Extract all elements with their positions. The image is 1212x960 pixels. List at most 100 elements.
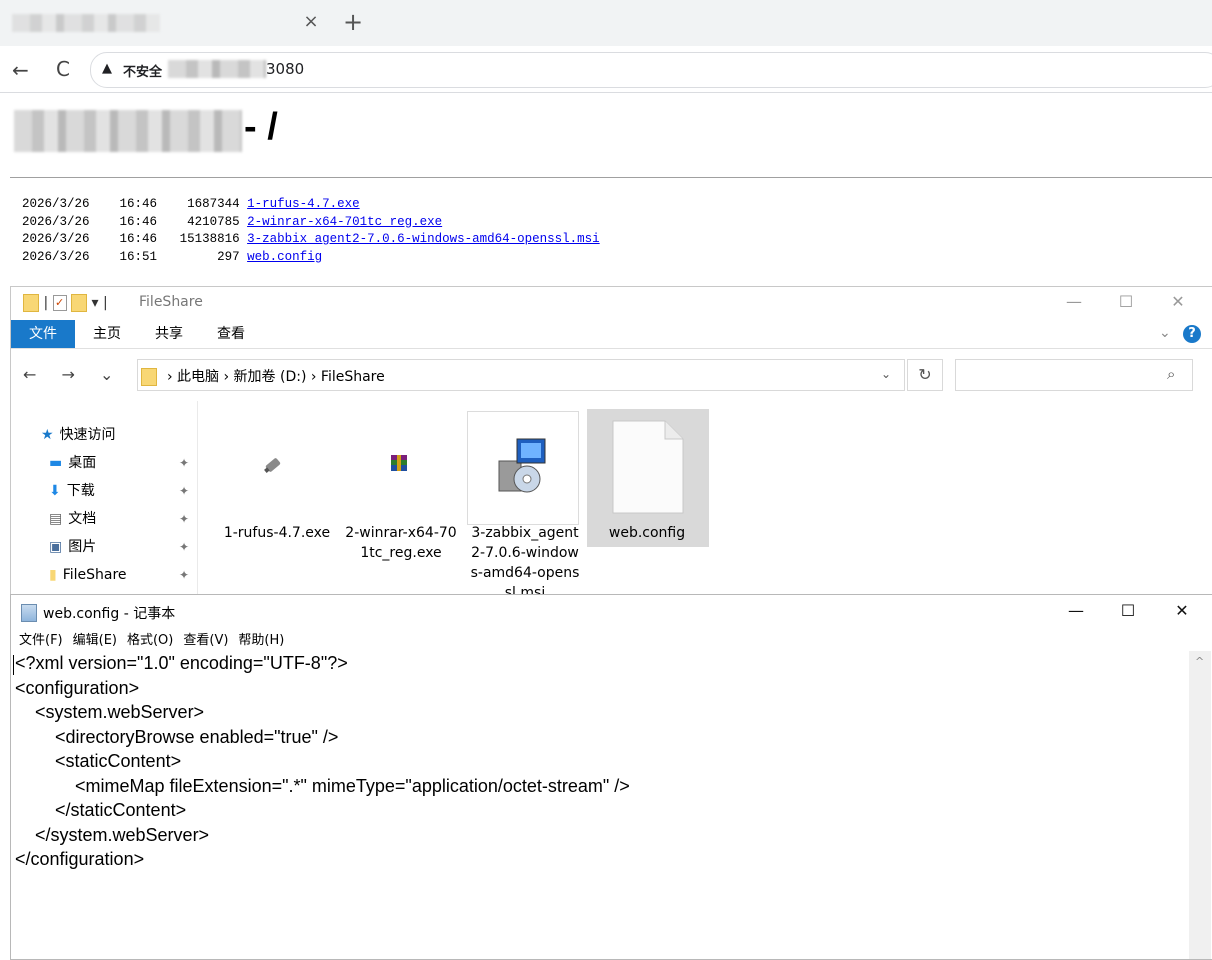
folder-icon: ▬ xyxy=(49,455,63,471)
code-line: </system.webServer> xyxy=(15,824,210,845)
file-link[interactable]: web.config xyxy=(247,250,322,264)
minimize-button[interactable]: — xyxy=(1051,287,1097,319)
code-line: <staticContent> xyxy=(15,751,182,771)
menu-bar: 文件(F) 编辑(E) 格式(O) 查看(V) 帮助(H) xyxy=(11,629,286,651)
nav-item-0[interactable]: ★ 快速访问 xyxy=(41,421,116,449)
file-item[interactable]: 3-zabbix_agent 2-7.0.6-window s-amd64-open… xyxy=(465,523,585,595)
divider xyxy=(10,177,1212,178)
nav-item-label: 文档 xyxy=(68,511,97,527)
pin-icon[interactable]: ✦ xyxy=(179,561,189,589)
close-button[interactable]: ✕ xyxy=(1157,595,1207,627)
listing-time: 16:46 xyxy=(119,197,158,211)
scroll-up-icon[interactable]: ^ xyxy=(1195,655,1204,668)
listing-time: 16:46 xyxy=(119,214,158,229)
listing-size: 1687344 xyxy=(187,197,240,211)
file-name-line: 2-winrar-x64-70 xyxy=(345,525,457,541)
url-port-text[interactable]: 3080 xyxy=(266,60,304,78)
file-link[interactable]: 3-zabbix_agent2-7.0.6-windows-amd64-open… xyxy=(247,232,600,246)
tab-view[interactable]: 查看 xyxy=(217,320,245,348)
new-tab-button[interactable]: + xyxy=(340,9,366,35)
directory-listing: 2026/3/26 16:46 1687344 1-rufus-4.7.exe 2… xyxy=(22,196,600,266)
notepad-window: web.config - 记事本 — ☐ ✕ 文件(F) 编辑(E) 格式(O) 查看… xyxy=(10,594,1212,960)
notepad-title: web.config - 记事本 xyxy=(43,606,176,622)
pin-icon[interactable]: ✦ xyxy=(179,477,189,505)
nav-item-4[interactable]: ▣ 图片 xyxy=(49,533,96,561)
folder-icon: ▤ xyxy=(49,511,63,527)
qat-dropdown-icon[interactable]: ▾ xyxy=(92,295,99,311)
folder-icon: ▣ xyxy=(49,539,63,555)
nav-item-1[interactable]: ▬ 桌面 xyxy=(49,449,96,477)
listing-size: 297 xyxy=(217,249,240,264)
new-folder-icon[interactable] xyxy=(71,294,88,312)
code-line: </configuration> xyxy=(15,849,145,869)
file-item[interactable]: 2-winrar-x64-70 1tc_reg.exe xyxy=(341,523,461,563)
text-editor[interactable]: <?xml version="1.0" encoding="UTF-8"?> <c… xyxy=(11,651,1189,959)
winrar-icon xyxy=(391,455,407,471)
chevron-down-icon[interactable]: ⌄ xyxy=(1159,325,1171,341)
listing-time: 16:51 xyxy=(119,249,158,264)
file-name-line: s-amd64-opens xyxy=(470,565,580,581)
breadcrumb[interactable]: › 此电脑 › 新加卷 (D:) › FileShare xyxy=(167,366,385,386)
pin-icon[interactable]: ✦ xyxy=(179,533,189,561)
warning-icon[interactable]: ▲ xyxy=(102,61,112,76)
search-icon[interactable]: ⌕ xyxy=(1167,365,1175,383)
menu-item-0[interactable]: 文件(F) xyxy=(19,629,63,648)
folder-icon xyxy=(141,366,157,386)
star-icon: ★ xyxy=(41,427,54,443)
code-line: </staticContent> xyxy=(15,800,187,820)
browser-tab[interactable]: × xyxy=(0,0,372,46)
tab-share[interactable]: 共享 xyxy=(155,320,183,348)
reload-icon[interactable]: C xyxy=(56,57,70,81)
folder-icon[interactable] xyxy=(23,294,39,312)
minimize-button[interactable]: — xyxy=(1051,595,1101,627)
quick-access-toolbar: | ✓ ▾ | xyxy=(23,294,108,312)
listing-date: 2026/3/26 xyxy=(22,249,90,264)
folder-icon: ⬇ xyxy=(49,483,61,499)
pane-divider[interactable] xyxy=(197,401,198,595)
search-input[interactable] xyxy=(955,359,1193,391)
file-name-line: 1-rufus-4.7.exe xyxy=(223,525,331,541)
menu-item-2[interactable]: 格式(O) xyxy=(127,629,173,648)
refresh-button[interactable]: ↻ xyxy=(907,359,943,391)
chevron-down-icon[interactable]: ⌄ xyxy=(881,367,891,381)
vertical-scrollbar[interactable] xyxy=(1189,651,1211,959)
maximize-button[interactable]: ☐ xyxy=(1103,287,1149,319)
file-link[interactable]: 1-rufus-4.7.exe xyxy=(247,197,360,211)
file-item[interactable]: web.config xyxy=(587,523,707,543)
file-explorer-window: | ✓ ▾ | FileShare — ☐ ✕ 文件 主页 共享 查看 ⌄ ? … xyxy=(10,286,1212,596)
menu-item-4[interactable]: 帮助(H) xyxy=(238,629,284,648)
url-host-redacted xyxy=(168,60,266,78)
code-line: <?xml version="1.0" encoding="UTF-8"?> xyxy=(15,653,348,673)
folder-icon: ▮ xyxy=(49,567,57,583)
menu-item-3[interactable]: 查看(V) xyxy=(183,629,228,648)
code-line: <configuration> xyxy=(15,677,140,698)
nav-item-3[interactable]: ▤ 文档 xyxy=(49,505,96,533)
listing-date: 2026/3/26 xyxy=(22,232,90,246)
help-icon[interactable]: ? xyxy=(1183,325,1201,343)
file-name-line: 3-zabbix_agent xyxy=(471,525,579,541)
back-arrow-icon[interactable]: ← xyxy=(12,58,29,82)
tab-home[interactable]: 主页 xyxy=(93,320,121,348)
maximize-button[interactable]: ☐ xyxy=(1103,595,1153,627)
close-button[interactable]: ✕ xyxy=(1155,287,1201,319)
nav-item-label: FileShare xyxy=(62,567,127,583)
file-name-line: web.config xyxy=(608,525,686,541)
separator: | xyxy=(43,295,49,311)
menu-item-1[interactable]: 编辑(E) xyxy=(73,629,117,648)
explorer-title: FileShare xyxy=(139,294,203,310)
not-secure-label[interactable]: 不安全 xyxy=(123,61,162,80)
nav-item-5[interactable]: ▮ FileShare xyxy=(49,561,127,589)
listing-size: 15138816 xyxy=(179,232,240,246)
pin-icon[interactable]: ✦ xyxy=(179,449,189,477)
code-line: <directoryBrowse enabled="true" /> xyxy=(15,726,339,747)
properties-icon[interactable]: ✓ xyxy=(52,295,67,311)
nav-item-label: 下载 xyxy=(66,483,95,499)
separator: | xyxy=(103,295,108,311)
tab-file[interactable]: 文件 xyxy=(11,320,75,348)
pin-icon[interactable]: ✦ xyxy=(179,505,189,533)
file-link[interactable]: 2-winrar-x64-701tc_reg.exe xyxy=(247,215,442,229)
tab-close-icon[interactable]: × xyxy=(300,11,322,33)
nav-item-2[interactable]: ⬇ 下载 xyxy=(49,477,95,505)
listing-time: 16:46 xyxy=(119,232,158,246)
file-item[interactable]: 1-rufus-4.7.exe xyxy=(217,523,337,543)
